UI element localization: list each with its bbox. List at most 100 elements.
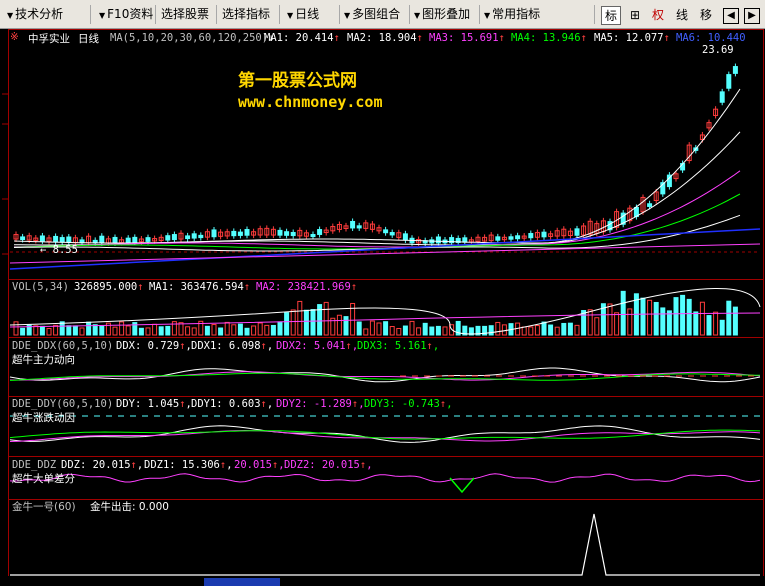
volume-bar	[680, 294, 686, 336]
volume-bar	[336, 314, 342, 336]
ddx3-value: DDX3: 5.161↑,	[357, 340, 440, 352]
scroll-left-button[interactable]: ◀	[723, 8, 739, 24]
candle-body	[132, 236, 138, 243]
ddz-dip	[449, 477, 475, 494]
candle-body	[719, 91, 725, 103]
period-label: 日线	[78, 33, 99, 45]
ddy3-value: DDY3: -0.743↑,	[364, 398, 453, 410]
volume-bar	[521, 326, 527, 336]
move-button[interactable]: 移	[696, 6, 716, 25]
candle-body	[528, 233, 534, 239]
ddx-subtitle: 超牛主力动向	[12, 354, 75, 366]
volume-bar	[647, 299, 653, 336]
candle-body	[20, 236, 26, 240]
jinniu-header: 金牛一号(60)	[12, 501, 76, 513]
candle-body	[237, 231, 243, 236]
volume-bar	[693, 311, 699, 336]
volume-bar	[297, 300, 303, 336]
volume-bar	[488, 325, 494, 336]
ma5-value: MA5: 12.077↑	[594, 32, 670, 44]
candle-body	[508, 236, 514, 240]
jinniu-signal-line	[10, 513, 760, 576]
volume-bar	[224, 321, 230, 336]
volume-bar	[614, 312, 620, 336]
ddz-line	[9, 473, 761, 483]
candle-body	[231, 230, 237, 237]
volume-bar	[442, 326, 448, 336]
candle-body	[165, 235, 171, 241]
ma4-line	[13, 193, 741, 250]
candle-body	[356, 225, 362, 229]
line-button[interactable]: 线	[672, 6, 692, 25]
rights-button[interactable]: 权	[648, 6, 668, 25]
ma2-value: MA2: 18.904↑	[347, 32, 423, 44]
volume-bar	[495, 321, 501, 336]
candle-body	[145, 237, 151, 242]
volume-bar	[620, 290, 626, 336]
volume-bar	[72, 325, 78, 336]
volume-bar	[33, 325, 39, 336]
candle-body	[515, 235, 521, 240]
candle-body	[732, 66, 738, 74]
vol-ma2: MA2: 238421.969↑	[256, 281, 358, 293]
menu-select-stock[interactable]: 选择股票	[158, 5, 209, 24]
ma6-value: MA6: 10.440	[676, 32, 746, 44]
volume-bar	[303, 309, 309, 336]
volume-bar	[627, 308, 633, 336]
ddz2-value: DDZ2: 20.015↑,	[284, 459, 373, 471]
volume-bar	[284, 312, 290, 336]
ddx1-value: DDX1: 6.098↑,	[191, 340, 274, 352]
volume-bar	[409, 320, 415, 336]
volume-bar	[112, 326, 118, 336]
volume-bar	[138, 327, 144, 336]
ma3-value: MA3: 15.691↑	[429, 32, 505, 44]
menu-multi-chart[interactable]: ▼ 多图组合	[341, 5, 400, 24]
volume-bar	[607, 303, 613, 336]
scroll-right-button[interactable]: ▶	[744, 8, 760, 24]
candle-body	[185, 235, 191, 240]
ddx2-value: DDX2: 5.041↑,	[276, 340, 359, 352]
volume-bar	[587, 309, 593, 336]
menu-overlay[interactable]: ▼ 图形叠加	[411, 5, 470, 24]
candle-body	[53, 235, 59, 243]
volume-bar	[369, 320, 375, 336]
menu-technical-analysis[interactable]: ▼ 技术分析	[4, 5, 63, 24]
vol-value: 326895.000↑	[74, 281, 144, 293]
volume-bar	[726, 300, 732, 336]
watermark-url: www.chnmoney.com	[238, 93, 383, 111]
mark-button[interactable]: 标	[601, 6, 621, 25]
candle-body	[317, 229, 323, 235]
volume-bar	[389, 326, 395, 336]
volume-bar	[244, 327, 250, 336]
volume-bar	[356, 321, 362, 336]
candle-body	[290, 231, 296, 237]
settings-icon[interactable]: ※	[10, 31, 19, 43]
volume-bar	[653, 301, 659, 336]
volume-bar	[237, 323, 243, 336]
candle-body	[198, 234, 204, 239]
low-price-label: ← 8.55	[40, 244, 78, 256]
candlestick-series	[13, 63, 738, 246]
menu-daily-period[interactable]: ▼ 日线	[284, 5, 319, 24]
ddz-value: DDZ: 20.015↑,	[61, 459, 144, 471]
volume-bar	[290, 309, 296, 336]
volume-bars	[9, 288, 761, 336]
volume-bar	[396, 327, 402, 336]
grid-button[interactable]: ⊞	[625, 6, 645, 25]
menu-common-indicators[interactable]: ▼ 常用指标	[481, 5, 540, 24]
candle-body	[435, 236, 441, 244]
volume-bar	[20, 327, 26, 336]
ddx-value: DDX: 0.729↑,	[116, 340, 192, 352]
ddx-header: DDE_DDX(60,5,10)	[12, 340, 114, 352]
candle-body	[647, 203, 653, 207]
volume-bar	[277, 321, 283, 336]
candle-body	[66, 236, 72, 243]
date-axis	[0, 576, 765, 586]
volume-bar	[713, 311, 719, 336]
menu-f10-info[interactable]: ▼ F10资料	[96, 5, 153, 24]
volume-bar	[528, 326, 534, 336]
volume-bar	[204, 325, 210, 336]
volume-bar	[581, 310, 587, 336]
menu-select-indicator[interactable]: 选择指标	[219, 5, 270, 24]
candle-body	[383, 229, 389, 234]
